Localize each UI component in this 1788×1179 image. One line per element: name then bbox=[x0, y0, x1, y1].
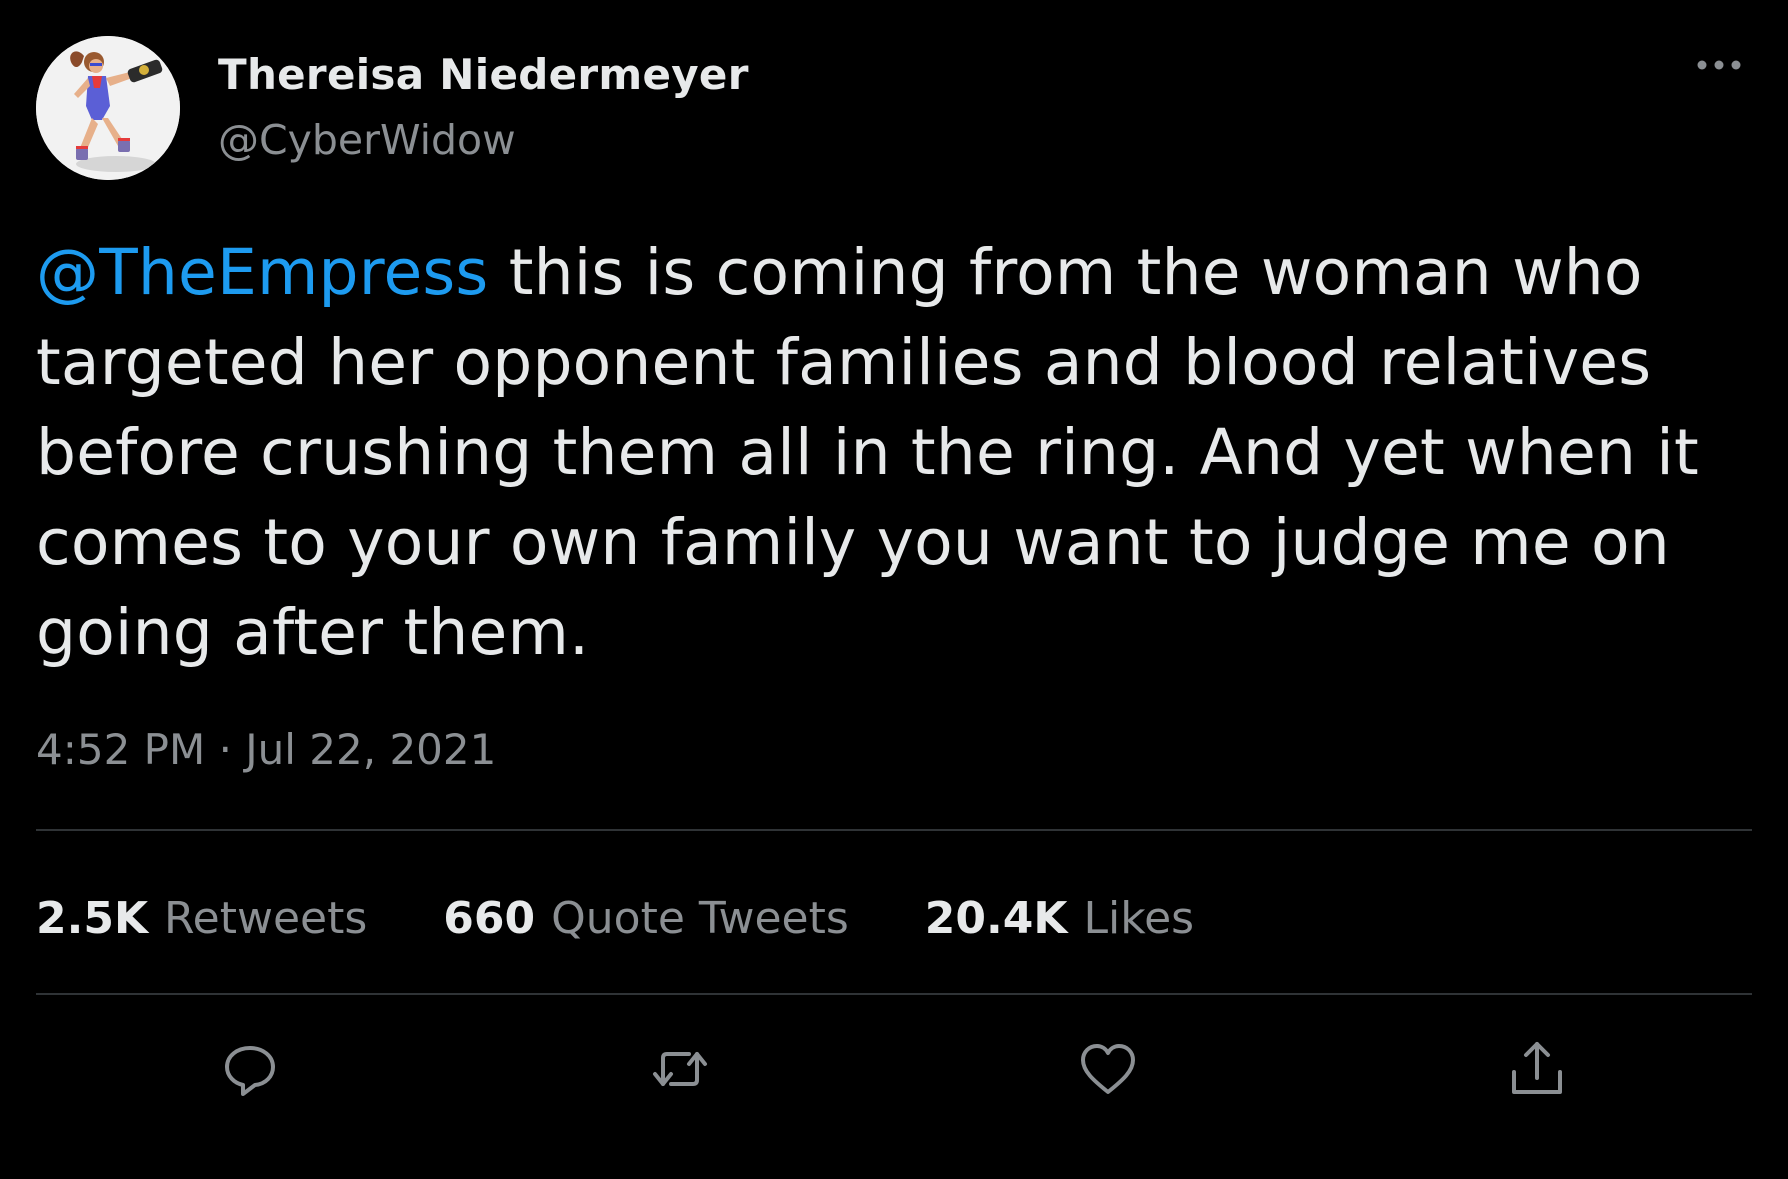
likes-label: Likes bbox=[1083, 892, 1195, 944]
likes-count: 20.4K bbox=[924, 892, 1068, 944]
reply-button[interactable] bbox=[215, 1034, 285, 1104]
tweet: Thereisa Niedermeyer @CyberWidow @TheEmp… bbox=[0, 0, 1788, 1179]
like-button[interactable] bbox=[1073, 1034, 1143, 1104]
retweets-label: Retweets bbox=[164, 892, 368, 944]
mention-link[interactable]: @TheEmpress bbox=[36, 236, 488, 309]
reply-icon bbox=[225, 1046, 275, 1096]
more-options-button[interactable] bbox=[1690, 50, 1750, 80]
avatar-image bbox=[36, 36, 180, 180]
share-icon bbox=[1512, 1042, 1562, 1094]
tweet-stats: 2.5K Retweets 660 Quote Tweets 20.4K Lik… bbox=[36, 888, 1270, 948]
retweet-button[interactable] bbox=[645, 1034, 715, 1104]
tweet-timestamp[interactable]: 4:52 PM · Jul 22, 2021 bbox=[36, 725, 496, 774]
quote-tweets-count: 660 bbox=[443, 892, 536, 944]
likes-stat[interactable]: 20.4K Likes bbox=[925, 893, 1194, 944]
tweet-actions bbox=[0, 1034, 1788, 1104]
retweets-stat[interactable]: 2.5K Retweets bbox=[36, 893, 367, 944]
retweets-count: 2.5K bbox=[36, 892, 149, 944]
author-handle[interactable]: @CyberWidow bbox=[218, 116, 516, 164]
avatar[interactable] bbox=[36, 36, 180, 180]
more-dots-icon bbox=[1697, 60, 1741, 70]
divider bbox=[36, 993, 1752, 995]
divider bbox=[36, 829, 1752, 831]
share-button[interactable] bbox=[1502, 1034, 1572, 1104]
author-display-name[interactable]: Thereisa Niedermeyer bbox=[218, 50, 749, 99]
like-icon bbox=[1081, 1044, 1135, 1094]
quote-tweets-label: Quote Tweets bbox=[551, 892, 849, 944]
retweet-icon bbox=[653, 1052, 707, 1086]
quote-tweets-stat[interactable]: 660 Quote Tweets bbox=[443, 893, 849, 944]
tweet-text: @TheEmpress this is coming from the woma… bbox=[36, 228, 1756, 678]
